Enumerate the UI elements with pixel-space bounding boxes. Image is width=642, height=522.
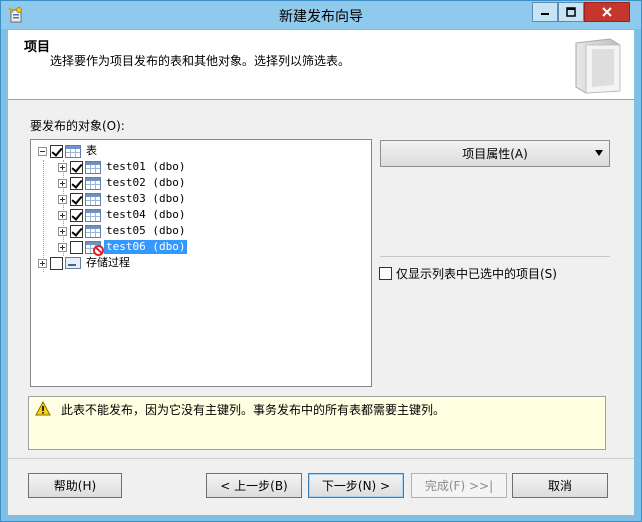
table-name: test04 (dbo) [106, 208, 186, 221]
table-checkbox[interactable] [70, 160, 83, 174]
expand-table-toggle[interactable] [58, 226, 67, 236]
procedures-checkbox[interactable] [50, 256, 63, 270]
no-entry-icon [93, 244, 104, 256]
dropdown-arrow-icon [595, 150, 603, 156]
publication-wizard-window: 新建发布向导 项目 选择要作为项目发布的表和其他对象。选择列以筛选表。 要发布的… [0, 0, 642, 522]
table-name: test01 (dbo) [106, 160, 186, 173]
close-icon [602, 7, 612, 17]
table-icon [85, 192, 101, 206]
help-button[interactable]: 帮助(H) [28, 473, 122, 498]
expand-table-toggle[interactable] [58, 178, 67, 188]
cancel-button[interactable]: 取消 [512, 473, 608, 498]
table-icon [85, 160, 101, 174]
page-title: 项目 [24, 40, 51, 55]
table-icon [85, 224, 101, 238]
table-checkbox[interactable] [70, 176, 83, 190]
tree-node-table[interactable]: test01 (dbo) [58, 159, 187, 175]
finish-button[interactable]: 完成(F) >>| [411, 473, 507, 498]
title-bar[interactable]: 新建发布向导 [1, 1, 641, 29]
article-properties-label: 项目属性(A) [462, 147, 528, 161]
table-checkbox[interactable] [70, 240, 83, 254]
wizard-body: 项目 选择要作为项目发布的表和其他对象。选择列以筛选表。 要发布的对象(O): [8, 30, 634, 515]
collapse-tables-toggle[interactable] [38, 146, 47, 156]
minimize-button[interactable] [532, 2, 558, 22]
tree-node-table[interactable]: test03 (dbo) [58, 191, 187, 207]
page-subtitle: 选择要作为项目发布的表和其他对象。选择列以筛选表。 [50, 54, 351, 68]
table-name: test03 (dbo) [106, 192, 186, 205]
tree-node-table-selected[interactable]: test06 (dbo) [58, 239, 188, 256]
wizard-header: 项目 选择要作为项目发布的表和其他对象。选择列以筛选表。 [8, 30, 634, 100]
table-checkbox[interactable] [70, 224, 83, 238]
expand-table-toggle[interactable] [58, 242, 67, 252]
footer-divider [8, 458, 634, 459]
tables-checkbox[interactable] [50, 144, 63, 158]
table-icon [85, 208, 101, 222]
stored-procedure-icon [65, 257, 81, 269]
tables-node-label: 表 [86, 144, 97, 157]
expand-table-toggle[interactable] [58, 194, 67, 204]
warning-icon [35, 401, 51, 416]
warning-message-box: 此表不能发布，因为它没有主键列。事务发布中的所有表都需要主键列。 [28, 396, 606, 450]
expand-table-toggle[interactable] [58, 162, 67, 172]
show-only-checked-option[interactable]: 仅显示列表中已选中的项目(S) [379, 265, 557, 282]
table-name: test05 (dbo) [106, 224, 186, 237]
table-icon [85, 176, 101, 190]
tree-node-table[interactable]: test05 (dbo) [58, 223, 187, 239]
minimize-icon [541, 13, 549, 15]
tree-node-table[interactable]: test02 (dbo) [58, 175, 187, 191]
warning-message-text: 此表不能发布，因为它没有主键列。事务发布中的所有表都需要主键列。 [61, 403, 446, 417]
close-button[interactable] [584, 2, 630, 22]
tree-node-tables[interactable]: 表 [38, 143, 99, 159]
maximize-icon [566, 7, 576, 17]
table-checkbox[interactable] [70, 192, 83, 206]
show-only-checked-label: 仅显示列表中已选中的项目(S) [396, 267, 557, 281]
table-icon [65, 144, 81, 158]
procedures-node-label: 存储过程 [86, 256, 130, 269]
table-checkbox[interactable] [70, 208, 83, 222]
tree-node-stored-procedures[interactable]: 存储过程 [38, 255, 132, 271]
expand-table-toggle[interactable] [58, 210, 67, 220]
table-name: test06 (dbo) [104, 240, 188, 254]
expand-procedures-toggle[interactable] [38, 258, 47, 268]
objects-to-publish-label: 要发布的对象(O): [30, 119, 125, 133]
maximize-button[interactable] [558, 2, 584, 22]
article-properties-dropdown-button[interactable]: 项目属性(A) [380, 140, 610, 167]
show-only-checked-checkbox[interactable] [379, 267, 392, 280]
divider [380, 256, 610, 257]
back-button[interactable]: < 上一步(B) [206, 473, 302, 498]
objects-tree[interactable]: 表 test01 (dbo) test02 (dbo) test03 (dbo) [30, 139, 372, 387]
table-error-icon [85, 240, 104, 256]
next-button[interactable]: 下一步(N) > [308, 473, 404, 498]
tree-node-table[interactable]: test04 (dbo) [58, 207, 187, 223]
wizard-graphic-icon [575, 38, 621, 94]
table-name: test02 (dbo) [106, 176, 186, 189]
